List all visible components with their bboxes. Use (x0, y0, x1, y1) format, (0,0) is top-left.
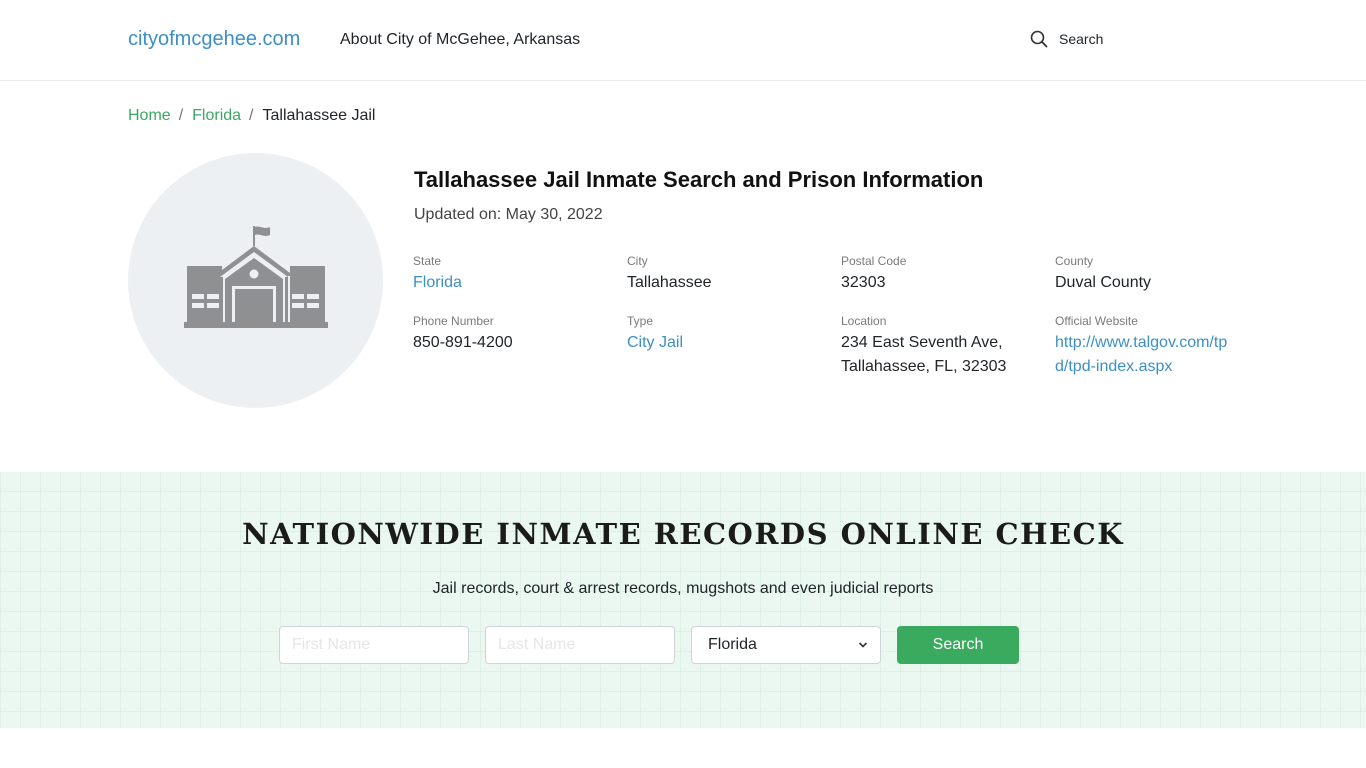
field-postal-code: Postal Code 32303 (841, 253, 1041, 295)
breadcrumb-separator: / (178, 107, 184, 124)
field-state: State Florida (413, 253, 613, 295)
field-county: County Duval County (1055, 253, 1255, 295)
field-phone: Phone Number 850-891-4200 (413, 313, 613, 355)
site-logo-link[interactable]: cityofmcgehee.com (128, 28, 300, 51)
chevron-down-icon (858, 642, 868, 648)
field-label: Official Website (1055, 314, 1138, 328)
banner-title: NATIONWIDE INMATE RECORDS ONLINE CHECK (242, 517, 1124, 551)
state-link[interactable]: Florida (413, 271, 613, 295)
field-label: County (1055, 254, 1094, 268)
city-value: Tallahassee (627, 274, 712, 291)
location-value: 234 East Seventh Ave, Tallahassee, FL, 3… (841, 334, 1007, 375)
field-label: City (627, 254, 648, 268)
breadcrumb-florida[interactable]: Florida (192, 107, 241, 125)
phone-value: 850-891-4200 (413, 334, 513, 351)
updated-prefix: Updated on: (414, 206, 502, 223)
inmate-search-banner (0, 472, 1366, 728)
first-name-input[interactable] (279, 626, 469, 664)
field-label: Phone Number (413, 314, 494, 328)
site-header: cityofmcgehee.com About City of McGehee,… (0, 0, 1366, 81)
breadcrumb-current: Tallahassee Jail (262, 107, 376, 124)
updated-date-value: May 30, 2022 (505, 206, 603, 223)
field-type: Type City Jail (627, 313, 827, 355)
breadcrumb-separator: / (249, 107, 254, 124)
field-label: Postal Code (841, 254, 907, 268)
county-value: Duval County (1055, 274, 1152, 291)
postal-code-value: 32303 (841, 274, 886, 291)
school-building-icon (183, 225, 328, 328)
field-city: City Tallahassee (627, 253, 827, 295)
page-title: Tallahassee Jail Inmate Search and Priso… (414, 167, 984, 192)
field-label: Location (841, 314, 887, 328)
field-location: Location 234 East Seventh Ave, Tallahass… (841, 313, 1031, 379)
state-select-value: Florida (708, 636, 757, 653)
facility-image (128, 153, 383, 408)
field-label: State (413, 254, 442, 268)
official-website-link[interactable]: http://www.talgov.com/tpd/tpd-index.aspx (1055, 331, 1231, 379)
type-link[interactable]: City Jail (627, 331, 827, 355)
breadcrumb-home[interactable]: Home (128, 107, 171, 125)
field-label: Type (627, 314, 654, 328)
field-website: Official Website http://www.talgov.com/t… (1055, 313, 1231, 379)
header-search-label: Search (1059, 31, 1104, 47)
search-icon (1030, 30, 1048, 48)
nav-about-link[interactable]: About City of McGehee, Arkansas (340, 31, 580, 49)
search-button[interactable]: Search (897, 626, 1019, 664)
header-search-button[interactable]: Search (1030, 30, 1103, 48)
breadcrumb: Home / Florida / Tallahassee Jail (128, 107, 375, 125)
state-select[interactable]: Florida (691, 626, 881, 664)
last-name-input[interactable] (485, 626, 675, 664)
banner-subtitle: Jail records, court & arrest records, mu… (432, 580, 934, 597)
updated-date: Updated on: May 30, 2022 (414, 206, 603, 224)
